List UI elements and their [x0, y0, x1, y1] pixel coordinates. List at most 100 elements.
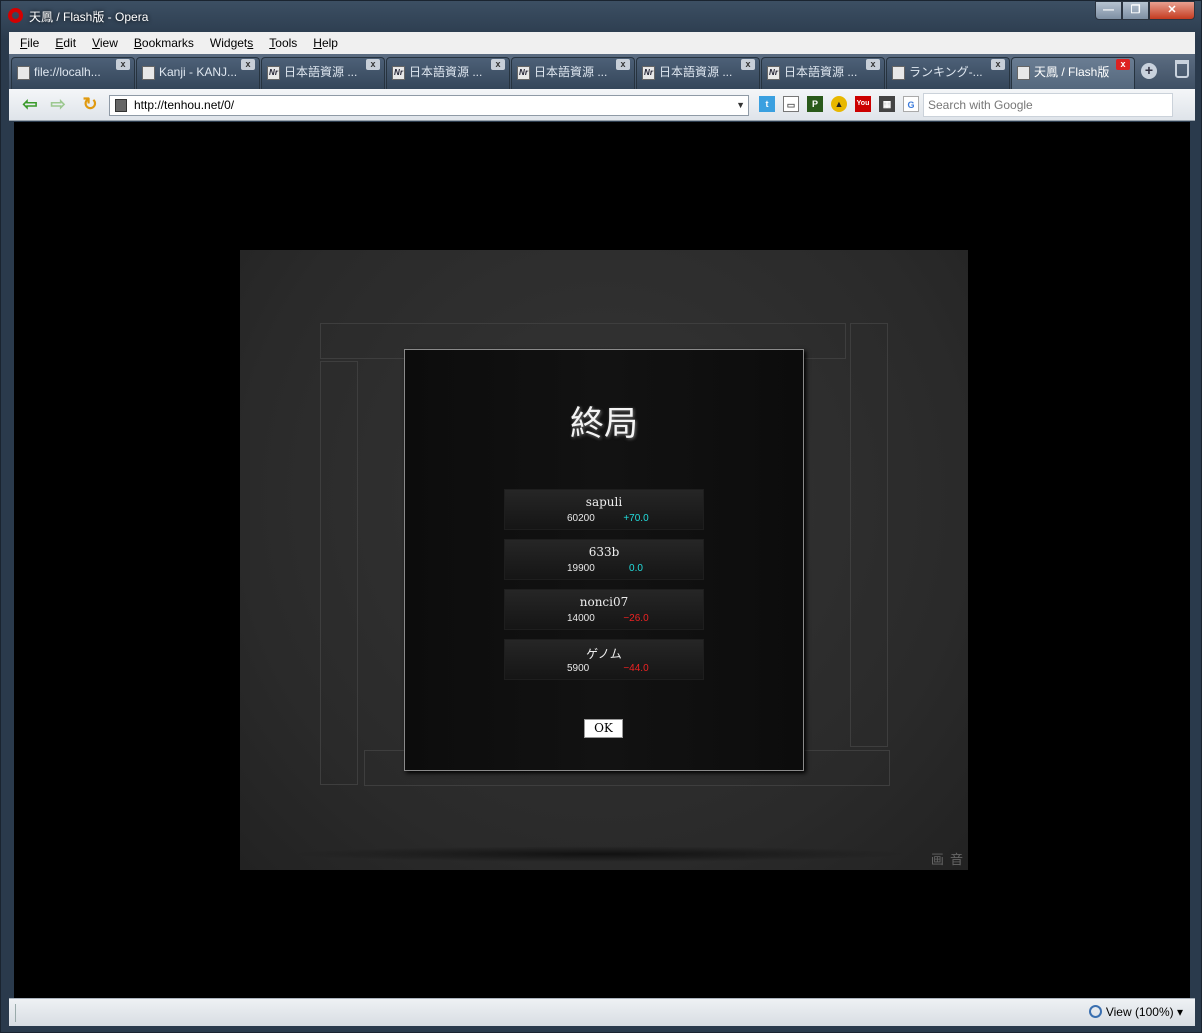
nr-icon: Nr: [392, 66, 405, 80]
player-result-card: ゲノム 5900 −44.0: [504, 639, 704, 680]
tab-close-button[interactable]: x: [366, 59, 380, 70]
player-delta: −44.0: [623, 663, 649, 674]
tab-nihongo-5[interactable]: Nr 日本語資源 ... x: [761, 57, 885, 89]
player-name: sapuli: [585, 495, 623, 509]
close-window-button[interactable]: ✕: [1149, 1, 1195, 20]
player-score: 14000: [567, 613, 595, 624]
ok-button[interactable]: OK: [584, 719, 623, 738]
back-button[interactable]: ⇦: [19, 95, 41, 115]
tab-close-button[interactable]: x: [241, 59, 255, 70]
tab-close-button[interactable]: x: [1116, 59, 1130, 70]
menu-view[interactable]: View: [84, 36, 126, 50]
tab-file-localhost[interactable]: file://localh... x: [11, 57, 135, 89]
page-content: 画 音 終局 sapuli 60200 +70.0 633b 19900 0.0…: [14, 122, 1190, 998]
flash-game-area: 画 音 終局 sapuli 60200 +70.0 633b 19900 0.0…: [240, 250, 968, 870]
tab-label: file://localh...: [34, 65, 101, 79]
table-frame-right: [850, 323, 888, 747]
twitter-icon[interactable]: t: [759, 96, 775, 112]
player-score: 5900: [567, 663, 590, 674]
photo-icon[interactable]: ▦: [879, 96, 895, 112]
tab-nihongo-3[interactable]: Nr 日本語資源 ... x: [511, 57, 635, 89]
dialog-title: 終局: [570, 404, 638, 444]
arrow-up-icon[interactable]: ▲: [831, 96, 847, 112]
nr-icon: Nr: [642, 66, 655, 80]
tab-close-button[interactable]: x: [866, 59, 880, 70]
menu-widgets[interactable]: Widgets: [202, 36, 261, 50]
tab-label: 日本語資源 ...: [534, 65, 608, 79]
player-score: 19900: [567, 563, 595, 574]
window-title: 天鳳 / Flash版 - Opera: [29, 10, 149, 24]
tab-label: Kanji - KANJ...: [159, 65, 238, 79]
minimize-button[interactable]: —: [1095, 1, 1122, 20]
status-bar: View (100%) ▾: [9, 998, 1195, 1026]
nr-icon: Nr: [517, 66, 530, 80]
player-delta: 0.0: [629, 563, 643, 574]
window-controls: — ❐ ✕: [1095, 1, 1195, 21]
maximize-button[interactable]: ❐: [1122, 1, 1149, 20]
brand-stamp: 画 音: [930, 853, 964, 868]
player-name: 633b: [588, 545, 620, 559]
site-favicon-icon: [115, 99, 127, 112]
image-icon: [892, 66, 905, 80]
tab-label: 日本語資源 ...: [659, 65, 733, 79]
zoom-dropdown-icon: ▾: [1176, 1005, 1183, 1019]
tab-close-button[interactable]: x: [491, 59, 505, 70]
tab-close-button[interactable]: x: [741, 59, 755, 70]
title-bar: 天鳳 / Flash版 - Opera — ❐ ✕: [1, 1, 1201, 31]
tenhou-icon: [1017, 66, 1030, 80]
tab-nihongo-1[interactable]: Nr 日本語資源 ... x: [261, 57, 385, 89]
zoom-icon: [1088, 1005, 1102, 1018]
tab-label: 日本語資源 ...: [409, 65, 483, 79]
tab-label: 日本語資源 ...: [284, 65, 358, 79]
nr-icon: Nr: [767, 66, 780, 80]
address-input[interactable]: http://tenhou.net/0/ ▼: [109, 95, 749, 116]
tab-close-button[interactable]: x: [616, 59, 630, 70]
menu-bar: File Edit View Bookmarks Widgets Tools H…: [9, 32, 1195, 54]
toolbar-icons: t ▭ P ▲ You ▦ G: [759, 96, 927, 112]
tv-icon[interactable]: ▭: [783, 96, 799, 112]
address-dropdown-icon[interactable]: ▼: [736, 96, 745, 115]
tab-label: 日本語資源 ...: [784, 65, 858, 79]
p-icon[interactable]: P: [807, 96, 823, 112]
tab-kanji[interactable]: Kanji - KANJ... x: [136, 57, 260, 89]
url-text: http://tenhou.net/0/: [134, 98, 235, 112]
browser-window: 天鳳 / Flash版 - Opera — ❐ ✕ File Edit View…: [0, 0, 1202, 1033]
forward-button[interactable]: ⇨: [47, 95, 69, 115]
zoom-control[interactable]: View (100%) ▾: [1088, 1005, 1183, 1019]
opera-logo-icon: [8, 8, 23, 23]
reload-button[interactable]: ↻: [79, 95, 101, 115]
player-result-card: 633b 19900 0.0: [504, 539, 704, 580]
player-delta: +70.0: [623, 513, 649, 524]
menu-edit[interactable]: Edit: [47, 36, 84, 50]
table-frame-left: [320, 361, 358, 785]
nr-icon: Nr: [267, 66, 280, 80]
tab-nihongo-2[interactable]: Nr 日本語資源 ... x: [386, 57, 510, 89]
zoom-label: View (100%): [1105, 1005, 1174, 1019]
address-toolbar: ⇦ ⇨ ↻ http://tenhou.net/0/ ▼ t ▭ P ▲ You…: [9, 89, 1195, 121]
tab-label: ランキング-...: [909, 65, 983, 79]
tab-close-button[interactable]: x: [991, 59, 1005, 70]
menu-tools[interactable]: Tools: [261, 36, 305, 50]
game-end-dialog: 終局 sapuli 60200 +70.0 633b 19900 0.0 non…: [404, 349, 804, 771]
menu-bookmarks[interactable]: Bookmarks: [126, 36, 202, 50]
page-icon: [17, 66, 30, 80]
tab-tenhou[interactable]: 天鳳 / Flash版 x: [1011, 57, 1135, 89]
search-input[interactable]: Search with Google: [923, 93, 1173, 117]
trash-icon[interactable]: [1175, 60, 1189, 78]
tab-ranking[interactable]: ランキング-... x: [886, 57, 1010, 89]
player-result-card: sapuli 60200 +70.0: [504, 489, 704, 530]
player-delta: −26.0: [623, 613, 649, 624]
menu-help[interactable]: Help: [305, 36, 346, 50]
status-divider: [15, 1004, 16, 1022]
tab-nihongo-4[interactable]: Nr 日本語資源 ... x: [636, 57, 760, 89]
player-result-card: nonci07 14000 −26.0: [504, 589, 704, 630]
youtube-icon[interactable]: You: [855, 96, 871, 112]
player-score: 60200: [567, 513, 595, 524]
tab-bar: file://localh... x Kanji - KANJ... x Nr …: [9, 54, 1195, 89]
player-name: nonci07: [579, 595, 629, 609]
page-icon: [142, 66, 155, 80]
new-tab-button[interactable]: +: [1141, 63, 1157, 79]
google-icon[interactable]: G: [903, 96, 919, 112]
tab-close-button[interactable]: x: [116, 59, 130, 70]
menu-file[interactable]: File: [12, 36, 47, 50]
